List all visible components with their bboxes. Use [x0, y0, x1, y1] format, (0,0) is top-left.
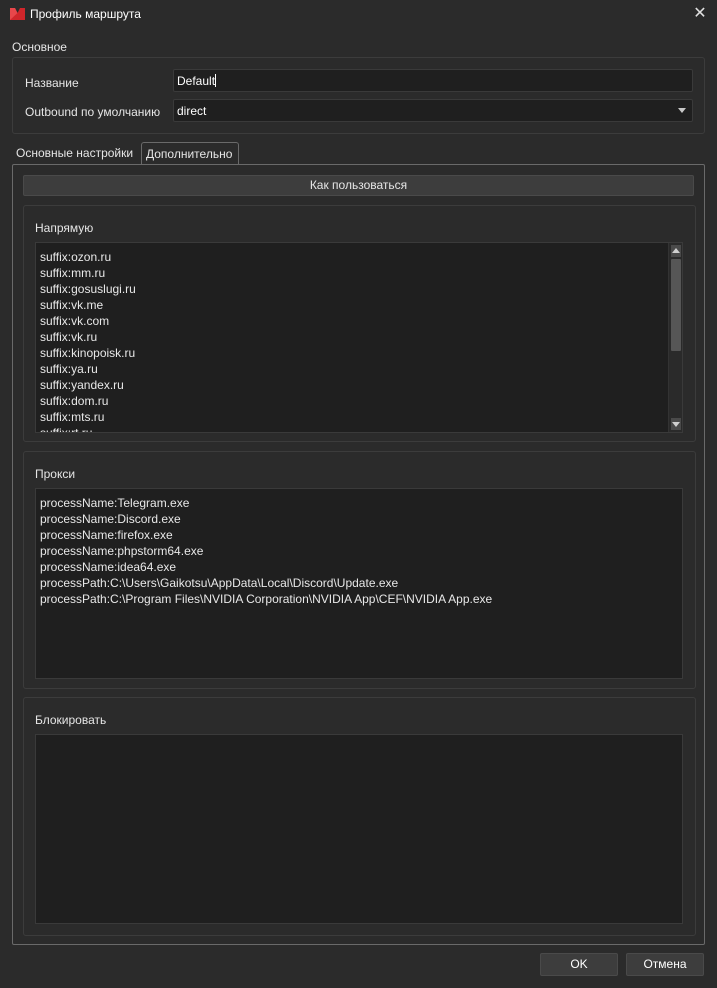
rule-line: suffix:vk.com [40, 314, 110, 328]
block-rules-editor[interactable] [35, 734, 683, 924]
outbound-select[interactable]: direct [173, 99, 693, 122]
direct-rules-scrollbar[interactable] [668, 243, 682, 432]
rule-line: suffix:dom.ru [40, 394, 109, 408]
scroll-thumb[interactable] [671, 259, 681, 351]
rule-line: processName:idea64.exe [40, 560, 177, 574]
rule-line: suffix:ya.ru [40, 362, 98, 376]
block-rules-group: Блокировать [23, 697, 696, 936]
rule-line: suffix:kinopoisk.ru [40, 346, 136, 360]
name-label: Название [25, 76, 79, 90]
chevron-down-icon [672, 422, 680, 427]
direct-rules-group: Напрямую suffix:ozon.ru suffix:mm.ru suf… [23, 205, 696, 442]
outbound-select-value: direct [177, 104, 207, 118]
name-input-value: Default [177, 74, 216, 88]
proxy-rules-group: Прокси processName:Telegram.exe processN… [23, 451, 696, 689]
basic-settings-group: Название Default Outbound по умолчанию d… [12, 57, 705, 134]
basic-section-label: Основное [12, 40, 67, 54]
proxy-rules-editor[interactable]: processName:Telegram.exe processName:Dis… [35, 488, 683, 679]
window-title: Профиль маршрута [30, 7, 141, 21]
rule-line: processName:Telegram.exe [40, 496, 190, 510]
how-to-use-button[interactable]: Как пользоваться [23, 175, 694, 196]
rule-line: suffix:ozon.ru [40, 250, 112, 264]
text-caret [215, 74, 217, 87]
rule-line: processName:firefox.exe [40, 528, 173, 542]
rule-line: suffix:gosuslugi.ru [40, 282, 136, 296]
block-rules-title: Блокировать [35, 713, 107, 727]
proxy-rules-title: Прокси [35, 467, 76, 481]
rule-line: processPath:C:\Program Files\NVIDIA Corp… [40, 592, 493, 606]
chevron-down-icon [678, 108, 686, 113]
scroll-down-button[interactable] [671, 418, 681, 430]
ok-button[interactable]: OK [540, 953, 618, 976]
chevron-up-icon [672, 248, 680, 253]
rule-line: suffix:mm.ru [40, 266, 106, 280]
title-bar: Профиль маршрута ✕ [0, 0, 717, 30]
close-icon[interactable]: ✕ [691, 5, 709, 23]
direct-rules-lines: suffix:ozon.ru suffix:mm.ru suffix:gosus… [40, 249, 664, 433]
direct-rules-title: Напрямую [35, 221, 94, 235]
tab-advanced[interactable]: Дополнительно [141, 142, 239, 164]
rule-line: suffix:vk.ru [40, 330, 98, 344]
outbound-label: Outbound по умолчанию [25, 105, 161, 119]
direct-rules-editor[interactable]: suffix:ozon.ru suffix:mm.ru suffix:gosus… [35, 242, 683, 433]
app-logo-icon [10, 8, 25, 20]
advanced-tab-panel: Как пользоваться Напрямую suffix:ozon.ru… [12, 164, 705, 945]
rule-line: processName:phpstorm64.exe [40, 544, 204, 558]
rule-line: suffix:yandex.ru [40, 378, 124, 392]
scroll-up-button[interactable] [671, 245, 681, 257]
rule-line: suffix:vk.me [40, 298, 104, 312]
rule-line: suffix:mts.ru [40, 410, 105, 424]
cancel-button[interactable]: Отмена [626, 953, 704, 976]
rule-line: processName:Discord.exe [40, 512, 181, 526]
rule-line: suffix:rt.ru [40, 426, 93, 433]
tab-basic-settings[interactable]: Основные настройки [12, 142, 140, 164]
rule-line: processPath:C:\Users\Gaikotsu\AppData\Lo… [40, 576, 399, 590]
name-input[interactable]: Default [173, 69, 693, 92]
